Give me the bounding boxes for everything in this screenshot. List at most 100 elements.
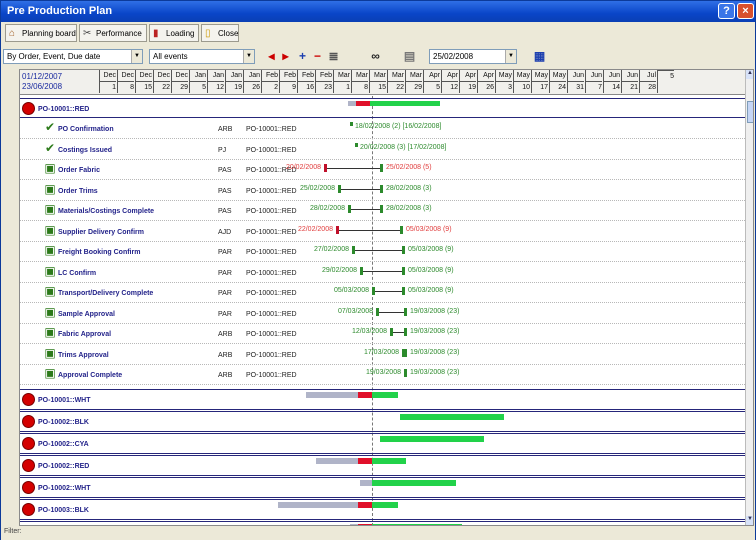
week-column: Apr 26 <box>477 70 495 93</box>
duration-line <box>379 311 404 313</box>
group-row[interactable]: PO-10002::RED <box>20 454 745 476</box>
task-name: PO Confirmation <box>58 126 114 133</box>
calendar-icon: ▣ <box>44 304 56 319</box>
events-select[interactable]: All events ▼ <box>149 49 255 64</box>
task-row[interactable]: ▣ Sample Approval PAR PO-10001::RED 07/03/20… <box>20 304 745 324</box>
close-window-button[interactable]: × <box>737 3 754 19</box>
group-row[interactable]: PO-10002::WHT <box>20 476 745 498</box>
calendar-icon: ▣ <box>44 345 56 360</box>
task-row[interactable]: ▣ Order Fabric PAS PO-10001::RED 20/02/2008 2… <box>20 160 745 180</box>
grid-icon[interactable]: ▦ <box>533 50 546 63</box>
tab-loading[interactable]: ▮ Loading <box>149 24 199 42</box>
month-label: Feb <box>301 72 314 79</box>
gantt-bar <box>358 523 372 525</box>
chart-icon: ▮ <box>153 28 159 39</box>
calendar-icon: ▣ <box>44 366 56 380</box>
week-column: Jan 12 <box>207 70 225 93</box>
tab-planning-board[interactable]: ⌂ Planning board <box>5 24 77 42</box>
date-range: 01/12/2007 23/06/2008 <box>22 72 63 91</box>
task-owner: PAR <box>218 269 232 277</box>
task-name: Supplier Delivery Confirm <box>58 228 144 236</box>
calendar-icon: ▣ <box>44 263 56 278</box>
task-row[interactable]: ▣ Materials/Costings Complete PAS PO-10001:… <box>20 201 745 221</box>
duration-line <box>339 229 400 231</box>
task-owner: ARB <box>218 331 233 338</box>
task-owner: PAR <box>218 249 232 256</box>
week-column: Mar 22 <box>387 70 405 93</box>
group-row[interactable]: PO-10001::WHT <box>20 388 745 410</box>
tab-performance[interactable]: ✂ Performance <box>79 24 147 42</box>
help-button[interactable]: ? <box>718 3 735 19</box>
plus-icon[interactable]: + <box>296 50 309 63</box>
calendar-icon: ▣ <box>44 181 56 196</box>
week-column: May 17 <box>531 70 549 93</box>
group-row[interactable]: PO-10001::RED <box>20 98 745 118</box>
day-label: 24 <box>550 81 566 93</box>
start-date-label: 07/03/2008 <box>337 307 373 315</box>
door-icon: ▯ <box>205 28 211 39</box>
scroll-up-icon[interactable]: ▲ <box>746 70 753 79</box>
tab-close[interactable]: ▯ Close <box>201 24 239 42</box>
task-row[interactable]: ✔ PO Confirmation ARB PO-10001::RED 18/02/20… <box>20 119 745 139</box>
month-label: Jun <box>626 72 638 79</box>
month-label: Dec <box>121 72 134 79</box>
week-column: Mar 29 <box>405 70 423 93</box>
day-label: 1 <box>334 81 350 93</box>
day-label: 22 <box>154 81 170 93</box>
title-bar: Pre Production Plan <box>1 1 755 22</box>
task-row[interactable]: ▣ Supplier Delivery Confirm AJD PO-10001::R… <box>20 222 745 242</box>
group-row[interactable]: PO-10002::BLK <box>20 410 745 432</box>
task-row[interactable]: ▣ Trims Approval ARB PO-10001::RED 17/03/200… <box>20 345 745 365</box>
task-row[interactable]: ▣ Freight Booking Confirm PAR PO-10001::RED… <box>20 242 745 262</box>
scroll-down-icon[interactable]: ▼ <box>746 516 753 525</box>
window: Pre Production Plan ? × ⌂ Planning board … <box>0 0 756 540</box>
group-label: PO-10002::RED <box>38 462 90 470</box>
task-order: PO-10001::RED <box>246 331 297 338</box>
task-row[interactable]: ✔ Costings Issued PJ PO-10001::RED 20/02/200… <box>20 140 745 160</box>
layout-icon[interactable]: ≣ <box>327 50 340 63</box>
sort-select[interactable]: By Order, Event, Due date ▼ <box>3 49 143 64</box>
calendar-icon: ▣ <box>44 202 56 216</box>
day-label: 14 <box>604 81 620 93</box>
group-row[interactable]: PO-10003::BLK <box>20 498 745 520</box>
minus-icon[interactable]: − <box>311 50 324 63</box>
arrow-left-icon[interactable]: ◂ <box>265 50 278 63</box>
task-row[interactable]: ▣ Order Trims PAS PO-10001::RED 25/02/2008 28… <box>20 181 745 201</box>
task-row[interactable]: ▣ Fabric Approval ARB PO-10001::RED 12/03/20… <box>20 324 745 344</box>
day-label: 3 <box>496 81 512 93</box>
task-row[interactable]: ▣ LC Confirm PAR PO-10001::RED 29/02/2008 05/… <box>20 263 745 283</box>
group-row[interactable]: PO-10002::CYA <box>20 432 745 454</box>
task-order: PO-10001::RED <box>246 146 297 154</box>
gantt-bar <box>358 501 372 508</box>
task-name: Transport/Delivery Complete <box>58 290 154 297</box>
scroll-thumb[interactable] <box>747 101 753 123</box>
gantt-bar <box>372 457 406 464</box>
binoculars-icon[interactable]: ∞ <box>369 50 382 63</box>
group-row[interactable]: PO-10003::BLU <box>20 520 745 525</box>
date-select[interactable]: 25/02/2008 ▼ <box>429 49 517 64</box>
start-date-label: 17/03/2008 <box>363 348 399 356</box>
task-name: Order Fabric <box>58 167 101 174</box>
week-column: Jun 14 <box>603 70 621 93</box>
week-column: Dec 22 <box>153 70 171 93</box>
day-label: 1 <box>100 81 116 93</box>
chevron-down-icon: ▼ <box>505 50 516 63</box>
vertical-scrollbar[interactable]: ▲ ▼ <box>745 70 753 525</box>
task-row[interactable]: ▣ Approval Complete ARB PO-10001::RED 19/03/… <box>20 365 745 385</box>
timeline-header: 01/12/2007 23/06/2008 Dec 1 Dec 8 Dec 15 Dec 22 D… <box>20 70 745 95</box>
month-label: Dec <box>175 72 188 79</box>
task-row[interactable]: ▣ Transport/Delivery Complete PAR PO-10001:… <box>20 283 745 303</box>
day-label: 19 <box>460 81 476 93</box>
day-label: 26 <box>478 81 494 93</box>
task-owner: PJ <box>218 146 227 154</box>
end-marker <box>380 184 383 193</box>
end-date-label: 19/03/2008 (23) <box>410 369 460 376</box>
start-date-label: 28/02/2008 <box>309 205 345 212</box>
task-owner: PAS <box>218 167 232 174</box>
week-column: May 10 <box>513 70 531 93</box>
month-label: Mar <box>337 72 350 79</box>
gantt-bar <box>356 101 370 106</box>
arrow-right-icon[interactable]: ▸ <box>279 50 292 63</box>
copy-icon[interactable]: ▤ <box>403 50 416 63</box>
week-column: May 3 <box>495 70 513 93</box>
